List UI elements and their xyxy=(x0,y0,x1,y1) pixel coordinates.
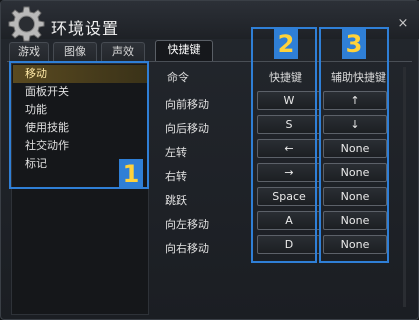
command-turn-right: 右转 xyxy=(165,170,187,183)
annotation-number-2: 2 xyxy=(274,29,298,59)
gear-icon xyxy=(8,6,45,42)
tab-sound[interactable]: 声效 xyxy=(101,42,145,62)
settings-window: 环境设置 × 游戏 图像 声效 快捷键 移动 面板开关 功能 使用技能 社交动作… xyxy=(0,0,419,320)
command-jump: 跳跃 xyxy=(165,194,187,207)
command-forward: 向前移动 xyxy=(165,98,209,111)
annotation-number-3: 3 xyxy=(342,29,366,59)
tab-hotkeys[interactable]: 快捷键 xyxy=(155,40,213,62)
scrollbar[interactable] xyxy=(403,67,406,307)
command-turn-left: 左转 xyxy=(165,146,187,159)
tab-graphics[interactable]: 图像 xyxy=(53,42,97,62)
close-button[interactable]: × xyxy=(396,17,410,31)
window-title: 环境设置 xyxy=(51,19,120,38)
command-backward: 向后移动 xyxy=(165,122,209,135)
tab-game[interactable]: 游戏 xyxy=(9,42,49,62)
command-strafe-left: 向左移动 xyxy=(165,218,209,231)
command-list: 向前移动 向后移动 左转 右转 跳跃 向左移动 向右移动 xyxy=(165,93,255,261)
command-strafe-right: 向右移动 xyxy=(165,242,209,255)
header-command: 命令 xyxy=(167,71,189,84)
annotation-number-1: 1 xyxy=(119,159,143,189)
annotation-box-2 xyxy=(251,27,317,263)
annotation-box-3 xyxy=(319,27,389,263)
